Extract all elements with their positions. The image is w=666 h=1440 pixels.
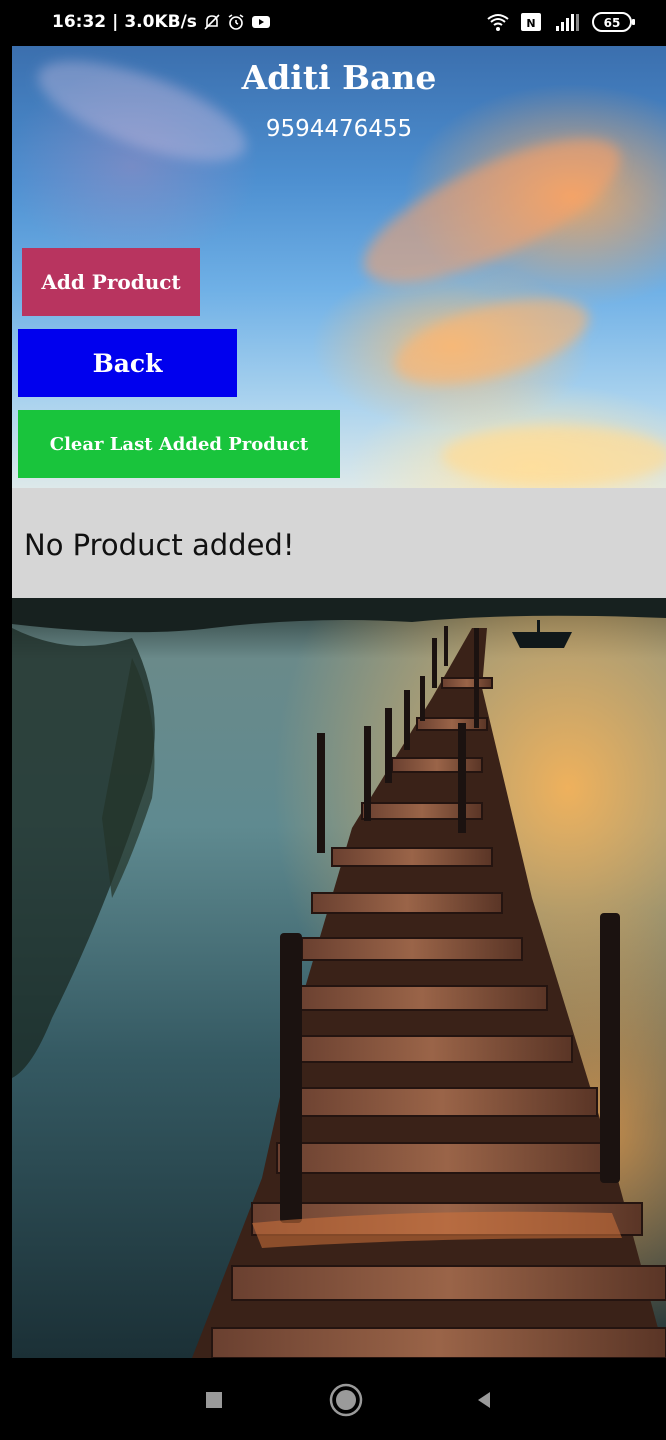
profile-header: Aditi Bane 9594476455 Add Product Back C…	[12, 46, 666, 488]
lake-pier-image	[12, 598, 666, 1358]
signal-icon	[552, 12, 582, 32]
pier-illustration	[12, 598, 666, 1358]
status-speed: 3.0KB/s	[124, 12, 197, 32]
add-product-button[interactable]: Add Product	[22, 248, 200, 316]
clear-last-product-button[interactable]: Clear Last Added Product	[18, 410, 340, 478]
mute-bell-icon	[203, 13, 221, 31]
youtube-icon	[251, 14, 271, 30]
system-nav-bar	[12, 1358, 666, 1440]
svg-text:N: N	[526, 17, 535, 30]
status-bar: 16:32 | 3.0KB/s N 65	[12, 0, 666, 46]
nfc-icon: N	[520, 12, 542, 32]
wifi-icon	[486, 12, 510, 32]
status-time: 16:32	[52, 12, 107, 32]
alarm-icon	[227, 13, 245, 31]
status-separator: |	[112, 12, 119, 32]
sky-cloud	[442, 426, 666, 486]
home-circle-icon[interactable]	[326, 1380, 366, 1420]
app-screen: 16:32 | 3.0KB/s N 65 Aditi Bane 95944764…	[12, 0, 666, 1440]
product-message-area: No Product added!	[12, 488, 666, 598]
status-left: 16:32 | 3.0KB/s	[52, 12, 271, 32]
no-product-message: No Product added!	[24, 528, 295, 562]
battery-icon: 65	[592, 11, 636, 33]
battery-level: 65	[604, 16, 621, 30]
status-right: N 65	[486, 11, 636, 33]
sky-cloud	[386, 281, 598, 401]
back-button[interactable]: Back	[18, 329, 237, 397]
recents-square-icon[interactable]	[194, 1380, 234, 1420]
user-phone: 9594476455	[265, 116, 413, 142]
user-name: Aditi Bane	[241, 58, 437, 97]
back-triangle-icon[interactable]	[464, 1380, 504, 1420]
